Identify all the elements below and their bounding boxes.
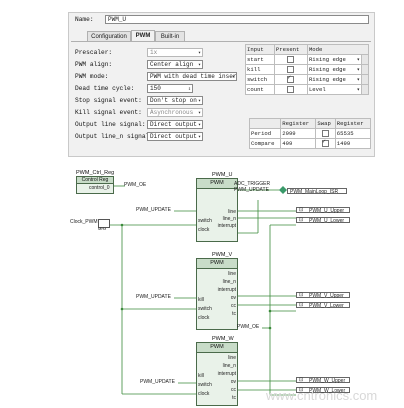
pin-kill: kill bbox=[198, 373, 204, 379]
pin-cc: cc bbox=[231, 303, 236, 309]
control-reg-head: Control Reg bbox=[77, 177, 113, 184]
pin-line: line bbox=[228, 209, 236, 215]
pwm-update-out-label: PWM_UPDATE bbox=[234, 187, 269, 193]
pin-icon: ⊡ bbox=[299, 207, 304, 213]
pin-icon: ⊡ bbox=[299, 217, 304, 223]
output-pin-port[interactable]: ⊡ PWM_U_Upper bbox=[296, 207, 350, 214]
output-pin-port[interactable]: ⊡ PWM_U_Lower bbox=[296, 217, 350, 224]
pin-tc: tc bbox=[232, 395, 236, 401]
pin-icon: ⊡ bbox=[299, 377, 304, 383]
pin-kill: kill bbox=[198, 297, 204, 303]
output-pin-port[interactable]: ⊡ PWM_V_Lower bbox=[296, 302, 350, 309]
net-pwm-update-in: PWM_UPDATE bbox=[140, 379, 175, 385]
pin-line-n: line_n bbox=[222, 363, 236, 369]
output-pin-port[interactable]: ⊡ PWM_V_Upper bbox=[296, 292, 350, 299]
isr-diamond-icon bbox=[279, 186, 287, 194]
pin-line: line bbox=[228, 355, 236, 361]
pin-ov: ov bbox=[230, 379, 236, 385]
isr-label: PWM_MainLoop_ISR bbox=[290, 188, 339, 195]
pin-ov: ov bbox=[230, 295, 236, 301]
pin-icon: ⊡ bbox=[299, 302, 304, 308]
output-pin-port[interactable]: ⊡ PWM_W_Upper bbox=[296, 377, 350, 384]
pwm-block-head: PWM bbox=[197, 179, 237, 189]
pwm-block-head: PWM bbox=[197, 259, 237, 269]
control-reg-block[interactable]: Control Reg control_0 bbox=[76, 176, 114, 194]
pin-tc: tc bbox=[232, 311, 236, 317]
output-pin-label: PWM_V_Upper bbox=[309, 292, 344, 299]
clock-label: Clock_PWM bbox=[70, 219, 98, 225]
pin-interrupt: interrupt bbox=[217, 223, 236, 229]
pin-cc: cc bbox=[231, 387, 236, 393]
net-pwm-update-in: PWM_UPDATE bbox=[136, 294, 171, 300]
pin-line-n: line_n bbox=[222, 279, 236, 285]
pin-clock: clock bbox=[198, 391, 210, 397]
pin-icon: ⊡ bbox=[299, 292, 304, 298]
pin-interrupt: interrupt bbox=[217, 371, 236, 377]
pin-switch: switch bbox=[198, 382, 212, 388]
net-pwm-oe-control: PWM_OE bbox=[124, 182, 147, 188]
output-pin-label: PWM_U_Upper bbox=[309, 207, 345, 214]
pin-switch: switch bbox=[198, 218, 212, 224]
pin-interrupt: interrupt bbox=[217, 287, 236, 293]
watermark: www.cntronics.com bbox=[266, 388, 378, 403]
net-pwm-oe-bus: PWM_OE bbox=[237, 324, 260, 330]
pin-line-n: line_n bbox=[222, 216, 236, 222]
output-pin-label: PWM_U_Lower bbox=[309, 217, 345, 224]
clock-unit: MHz bbox=[98, 226, 107, 231]
pwm-block[interactable]: PWM switch clock line line_n interrupt bbox=[196, 178, 238, 242]
pwm-block-head: PWM bbox=[197, 343, 237, 353]
pwm-block[interactable]: PWM kill switch clock line line_n interrupt ov c… bbox=[196, 342, 238, 406]
control-reg-pin: control_0 bbox=[89, 185, 110, 191]
isr-port[interactable]: PWM_MainLoop_ISR bbox=[287, 188, 347, 195]
output-pin-label: PWM_W_Upper bbox=[309, 377, 346, 384]
pin-switch: switch bbox=[198, 306, 212, 312]
net-pwm-update-in: PWM_UPDATE bbox=[136, 207, 171, 213]
output-pin-label: PWM_V_Lower bbox=[309, 302, 344, 309]
pin-clock: clock bbox=[198, 315, 210, 321]
pwm-block[interactable]: PWM kill switch clock line line_n interrupt ov c… bbox=[196, 258, 238, 330]
pin-line: line bbox=[228, 271, 236, 277]
pin-clock: clock bbox=[198, 227, 210, 233]
